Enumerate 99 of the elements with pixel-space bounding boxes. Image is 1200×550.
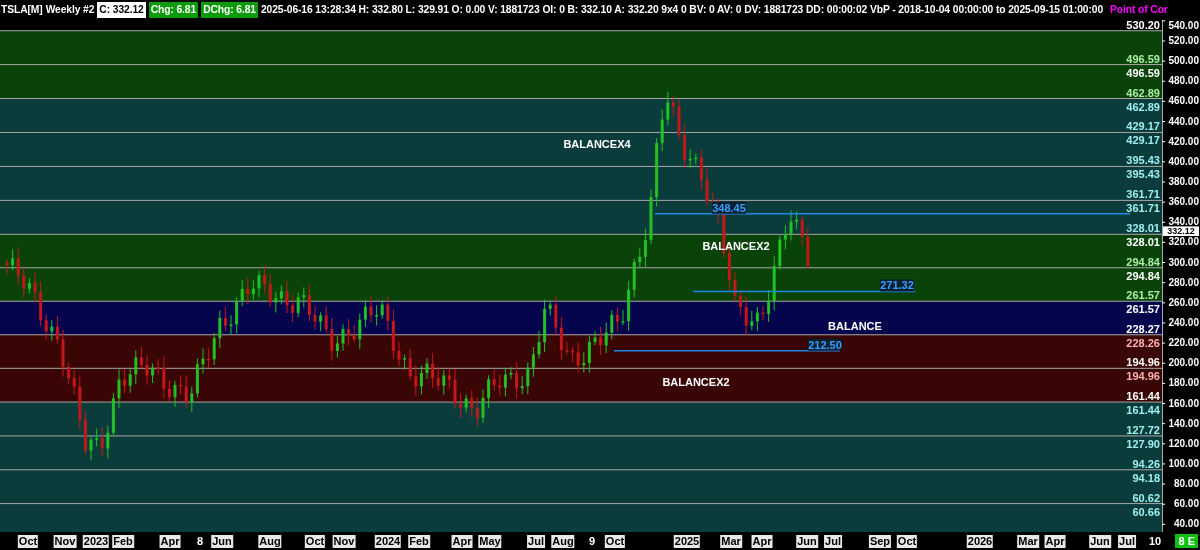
band-price-label: 496.59 [1126,66,1160,79]
price-tick-label: 360.00 [1168,196,1199,208]
time-axis-label: Feb [408,535,430,548]
band-price-label: 161.44 [1126,404,1160,417]
price-tick-label: 320.00 [1168,236,1199,248]
quote-info: 2025-06-16 13:28:34 H: 332.80 L: 329.91 O: 0.00 V: 1881723 OI: 0 B: 332.10 A: 332.20 9x4 0 BV: 0 AV: 0 DV: 1881723 DD: 00:00:02 VbP - 2018-10-04 00:00:00 to 2025-09-15 01:00:00 [260,3,1104,18]
status-badge: 8 E [1175,534,1198,548]
price-tick-label: 240.00 [1168,316,1199,328]
price-tick-label: 160.00 [1168,397,1199,409]
price-tick-label: 60.00 [1173,498,1199,510]
band-price-label: 294.84 [1126,255,1160,268]
price-tick-label: 300.00 [1168,256,1199,268]
time-axis-label: Apr [451,535,473,548]
zone-label: BALANCE [828,320,882,332]
band-price-label: 361.71 [1126,188,1160,201]
quote-info: TSLA[M] [1,3,43,18]
quote-value: C: 332.12 [97,2,146,18]
price-tick-label: 540.00 [1168,20,1199,31]
band-price-label: 462.89 [1126,86,1160,99]
band-price-label: 194.96 [1126,370,1160,383]
band-price-label: 94.26 [1132,457,1160,470]
band-price-label: 395.43 [1126,168,1160,181]
band-price-label: 294.84 [1126,269,1160,282]
band-price-label: 161.44 [1126,390,1160,403]
band-price-label: 429.17 [1126,120,1160,133]
time-axis-label: Aug [551,535,575,548]
time-axis-label: Oct [896,535,918,548]
band-price-label: 462.89 [1126,100,1160,113]
quote-info: Weekly #2 [45,3,95,18]
band-price-label: 60.66 [1132,505,1160,518]
price-tick-label: 400.00 [1168,155,1199,167]
time-axis-label: Oct [604,535,626,548]
time-axis-label: Jun [796,535,818,548]
band-price-label: 328.01 [1126,222,1160,235]
time-axis-label: Nov [53,535,77,548]
price-tick-label: 480.00 [1168,75,1199,87]
time-axis-label: Apr [159,535,181,548]
price-tick-label: 100.00 [1168,457,1199,469]
time-axis-label: Mar [720,535,742,548]
price-tick-label: 460.00 [1168,95,1199,107]
price-tick-label: 40.00 [1173,518,1199,530]
study-title: Point of Cor [1110,3,1168,18]
time-axis-label: Apr [1044,535,1066,548]
time-axis-label: 2023 [82,535,110,548]
band-price-label: 328.01 [1126,236,1160,249]
time-axis-label: Nov [332,535,356,548]
price-tick-label: 280.00 [1168,276,1199,288]
band-price-label: 94.18 [1132,471,1160,484]
price-tick-label: 140.00 [1168,417,1199,429]
current-price-tag: 332.12 [1163,225,1199,236]
band-price-label: 127.72 [1126,423,1160,436]
price-tick-label: 220.00 [1168,337,1199,349]
time-axis-label: Jun [1089,535,1111,548]
time-axis-label: Mar [1017,535,1039,548]
band-price-label: 60.62 [1132,491,1160,504]
time-axis-label: 10 [1148,535,1162,548]
time-axis-label: 2024 [374,535,402,548]
time-axis-label: Jul [527,535,545,548]
band-price-label: 395.43 [1126,154,1160,167]
price-tick-label: 120.00 [1168,437,1199,449]
zone-label: BALANCEX2 [662,376,730,388]
time-axis-label: Feb [112,535,134,548]
band-price-label: 361.71 [1126,202,1160,215]
time-axis-label: May [478,535,502,548]
time-axis-label: Oct [304,535,326,548]
time-axis-label: 9 [588,535,596,548]
price-tick-label: 520.00 [1168,35,1199,46]
zone-label: BALANCEX4 [563,138,631,150]
band-price-label: 261.57 [1126,303,1160,316]
price-tick-label: 180.00 [1168,377,1199,389]
time-axis-label: Jul [1118,535,1136,548]
band-price-label: 194.96 [1126,356,1160,369]
price-tick-label: 200.00 [1168,357,1199,369]
time-axis-label: Jun [211,535,233,548]
time-axis-label: Apr [751,535,773,548]
band-price-label: 496.59 [1126,52,1160,65]
band-price-label: 228.27 [1126,322,1160,335]
price-tick-label: 260.00 [1168,296,1199,308]
quote-value: Chg: 6.81 [148,2,199,18]
band-price-label: 228.26 [1126,336,1160,349]
price-tick-label: 500.00 [1168,55,1199,67]
band-price-label: 127.90 [1126,437,1160,450]
time-axis-label: Oct [17,535,39,548]
quote-value: DChg: 6.81 [201,2,258,18]
price-tick-label: 80.00 [1173,478,1199,490]
level-price-tag: 271.32 [880,279,914,292]
time-axis-label: 8 [196,535,204,548]
time-axis-label: Jul [824,535,842,548]
band-price-label: 530.20 [1126,20,1160,31]
time-axis-label: Sep [868,535,892,548]
price-tick-label: 380.00 [1168,176,1199,187]
band-price-label: 261.57 [1126,289,1160,302]
price-tick-label: 340.00 [1168,216,1199,228]
band-price-label: 429.17 [1126,134,1160,147]
price-tick-label: 420.00 [1168,135,1199,147]
time-axis-label: 2025 [673,535,701,548]
price-tick-label: 440.00 [1168,115,1199,127]
time-axis-label: 2026 [966,535,994,548]
time-axis-label: Aug [258,535,282,548]
